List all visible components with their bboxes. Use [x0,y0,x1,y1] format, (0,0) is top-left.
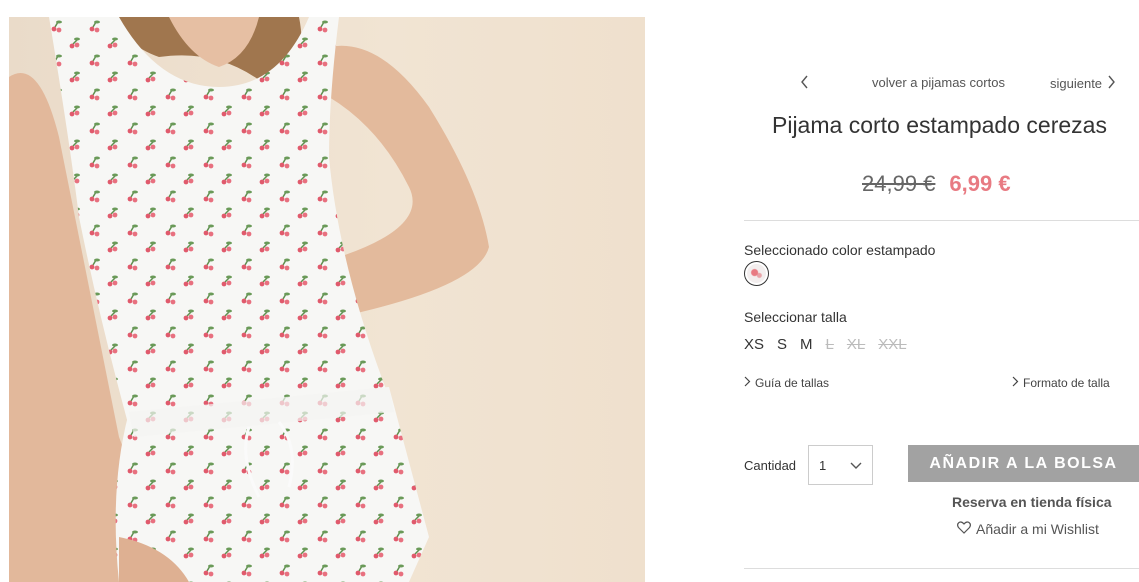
price-block: 24,99 € 6,99 € [862,171,1011,197]
next-product-button[interactable]: siguiente [1050,75,1116,92]
chevron-left-icon [800,75,810,92]
divider [744,568,1139,569]
size-option-s[interactable]: S [777,336,787,353]
color-label: Seleccionado color estampado [744,242,936,258]
next-label: siguiente [1050,76,1103,91]
size-option-xl: XL [846,336,866,353]
size-option-xs[interactable]: XS [744,336,764,353]
size-guide-link[interactable]: Guía de tallas [744,376,829,390]
color-swatch-print[interactable] [744,261,769,286]
product-image [9,17,645,582]
wishlist-label: Añadir a mi Wishlist [976,521,1099,537]
previous-product-button[interactable] [800,75,814,91]
chevron-down-icon [850,458,862,473]
original-price: 24,99 € [862,171,936,196]
chevron-right-icon [744,376,751,390]
size-option-xxl: XXL [878,336,907,353]
swatch-fill [747,264,766,283]
back-to-category-link[interactable]: volver a pijamas cortos [872,75,1005,90]
quantity-label: Cantidad [744,458,797,473]
quantity-value: 1 [819,457,827,473]
add-to-wishlist-link[interactable]: Añadir a mi Wishlist [957,521,1099,537]
reserve-in-store-link[interactable]: Reserva en tienda física [952,494,1112,510]
quantity-select[interactable]: 1 [808,445,873,485]
add-to-bag-button[interactable]: AÑADIR A LA BOLSA [908,445,1139,482]
chevron-right-icon [1106,75,1116,92]
chevron-right-icon [1012,376,1019,390]
heart-icon [957,521,971,537]
size-label: Seleccionar talla [744,309,847,325]
size-format-link[interactable]: Formato de talla [1012,376,1110,390]
size-option-l: L [825,336,834,353]
sale-price: 6,99 € [949,171,1011,196]
size-option-m[interactable]: M [800,336,813,353]
size-guide-label: Guía de tallas [755,376,830,390]
product-title: Pijama corto estampado cerezas [772,112,1107,138]
divider [744,220,1139,221]
size-selector: XS S M L XL XXL [744,336,907,353]
size-format-label: Formato de talla [1023,376,1110,390]
